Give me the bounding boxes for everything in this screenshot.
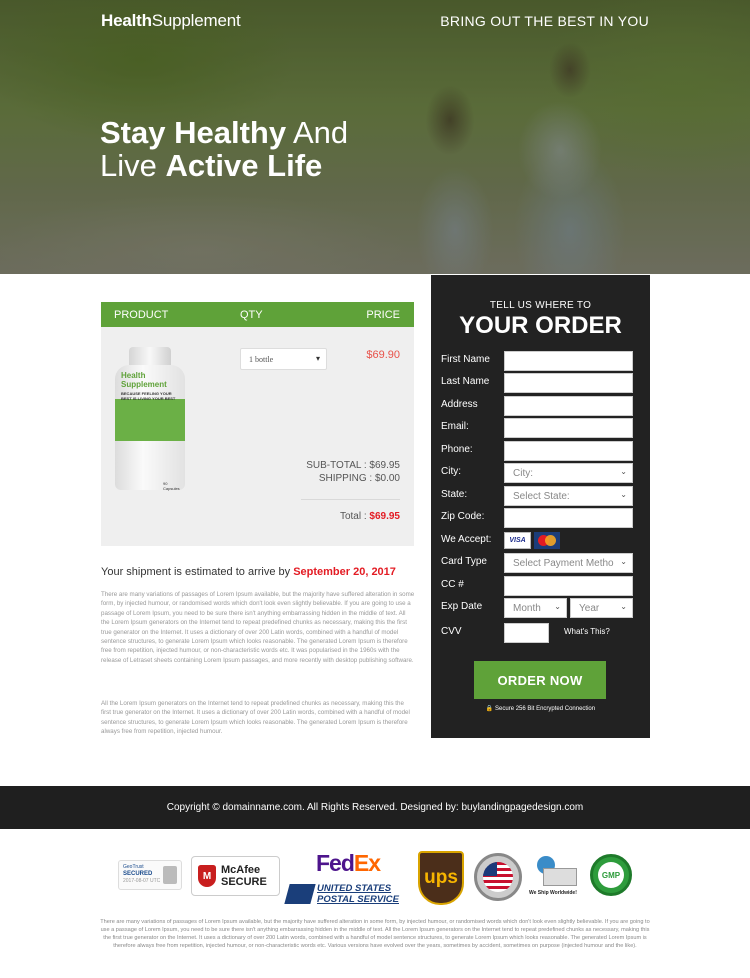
form-title: YOUR ORDER <box>459 312 622 339</box>
exp-year-select[interactable]: Year ⌄ <box>570 598 633 618</box>
address-input[interactable] <box>504 396 633 416</box>
order-now-button[interactable]: ORDER NOW <box>474 661 606 699</box>
cart-header: PRODUCT QTY PRICE <box>101 302 414 327</box>
phone-input[interactable] <box>504 441 633 461</box>
chevron-down-icon: ⌄ <box>620 557 627 566</box>
shipping-value: $0.00 <box>374 473 400 484</box>
trust-badges: GeoTrust SECURED 2017-08-07 UTC M McAfee… <box>0 848 750 908</box>
ship-worldwide-badge: We Ship Worldwide! <box>529 856 581 898</box>
geotrust-badge: GeoTrust SECURED 2017-08-07 UTC <box>118 860 182 890</box>
column-product: PRODUCT <box>114 308 169 321</box>
order-summary: PRODUCT QTY PRICE Health Supplement BECAU… <box>101 302 414 546</box>
footer: Copyright © domainname.com. All Rights R… <box>0 786 750 829</box>
logo[interactable]: HealthSupplement <box>101 11 241 31</box>
lock-icon: 🔒 <box>485 706 494 712</box>
fedex-logo: FedEx <box>316 850 381 876</box>
chevron-down-icon: ⌄ <box>620 490 627 499</box>
subtotals: SUB-TOTAL : $69.95 SHIPPING : $0.00 <box>306 460 400 484</box>
body-paragraph: There are many variations of passages of… <box>101 591 415 664</box>
chevron-down-icon: ⌄ <box>554 602 561 611</box>
product-image: Health Supplement BECAUSE FEELING YOUR BE… <box>115 347 185 492</box>
column-qty: QTY <box>240 308 263 321</box>
form-subtitle: TELL US WHERE TO <box>489 300 592 311</box>
mcafee-badge: M McAfee SECURE <box>191 856 280 896</box>
state-select[interactable]: Select State: ⌄ <box>504 486 633 506</box>
eagle-icon <box>284 884 316 904</box>
total-value: $69.95 <box>369 511 400 522</box>
subtotal-value: $69.95 <box>369 460 400 471</box>
order-form: TELL US WHERE TO YOUR ORDER First Name L… <box>431 275 650 738</box>
usps-logo: UNITED STATES POSTAL SERVICE <box>284 883 399 905</box>
truck-icon <box>543 868 577 886</box>
secure-note: 🔒 Secure 256 Bit Encrypted Connection <box>485 706 596 712</box>
total: Total : $69.95 <box>339 511 400 522</box>
card-type-select[interactable]: Select Payment Metho ⌄ <box>504 553 633 573</box>
city-select[interactable]: City: ⌄ <box>504 463 633 483</box>
gmp-badge: GMP <box>590 854 632 896</box>
shipment-estimate: Your shipment is estimated to arrive by … <box>101 566 396 578</box>
body-paragraph: All the Lorem Ipsum generators on the In… <box>101 700 410 736</box>
chevron-down-icon: ▾ <box>315 354 320 363</box>
shipment-date: September 20, 2017 <box>293 566 396 578</box>
divider <box>301 499 400 500</box>
chevron-down-icon: ⌄ <box>620 602 627 611</box>
mcafee-shield-icon: M <box>198 865 216 887</box>
quantity-select[interactable]: 1 bottle ▾ <box>240 348 327 370</box>
footer-disclaimer: There are many variations of passages of… <box>100 919 650 949</box>
column-price: PRICE <box>366 308 400 321</box>
cc-number-input[interactable] <box>504 576 633 596</box>
last-name-input[interactable] <box>504 373 633 393</box>
email-input[interactable] <box>504 418 633 438</box>
cvv-input[interactable] <box>504 623 549 643</box>
copyright: Copyright © domainname.com. All Rights R… <box>166 802 584 813</box>
mastercard-icon <box>534 532 560 549</box>
tagline: BRING OUT THE BEST IN YOU <box>440 13 649 29</box>
hero-headline: Stay Healthy And Live Active Life <box>100 115 349 183</box>
visa-icon: VISA <box>504 532 531 549</box>
first-name-input[interactable] <box>504 351 633 371</box>
product-price: $69.90 <box>366 349 400 361</box>
hero-banner: HealthSupplement BRING OUT THE BEST IN Y… <box>0 0 750 274</box>
accepted-cards: VISA <box>504 532 560 549</box>
padlock-icon <box>163 866 177 884</box>
chevron-down-icon: ⌄ <box>620 467 627 476</box>
made-in-usa-badge <box>474 853 522 901</box>
ups-logo: ups <box>418 851 464 905</box>
whats-this-link[interactable]: What's This? <box>564 627 610 636</box>
us-flag-icon <box>483 862 513 892</box>
exp-month-select[interactable]: Month ⌄ <box>504 598 567 618</box>
zip-input[interactable] <box>504 508 633 528</box>
